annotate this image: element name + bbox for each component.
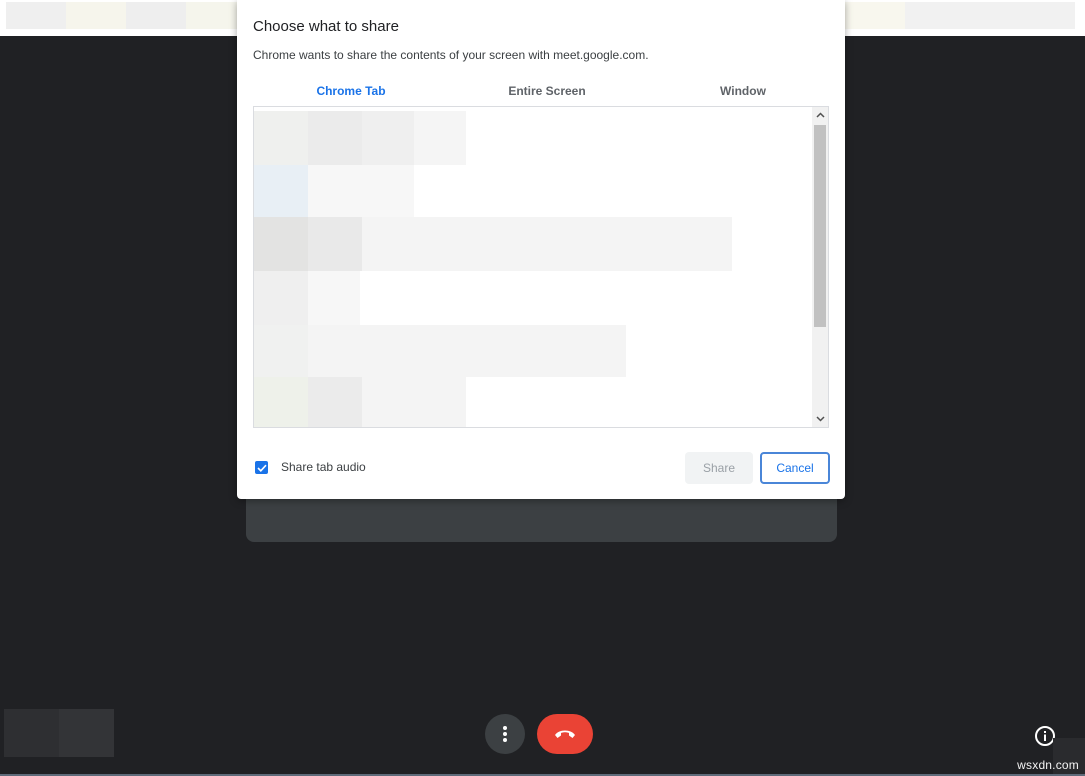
scrollbar-thumb[interactable] <box>814 125 826 327</box>
tab-list[interactable] <box>253 106 829 428</box>
blurred-list-pixel <box>362 111 414 165</box>
share-dialog: Choose what to share Chrome wants to sha… <box>237 0 845 499</box>
tab-window[interactable]: Window <box>645 76 841 106</box>
blurred-tab-block <box>186 2 238 29</box>
blurred-list-pixel <box>308 217 362 271</box>
dialog-subtitle: Chrome wants to share the contents of yo… <box>253 48 649 62</box>
tab-entire-screen[interactable]: Entire Screen <box>449 76 645 106</box>
blurred-tab-block <box>905 2 1075 29</box>
tab-chrome-tab[interactable]: Chrome Tab <box>253 76 449 108</box>
blurred-list-pixel <box>308 111 362 165</box>
blurred-tab-block <box>845 2 905 29</box>
more-vert-icon <box>503 726 507 742</box>
blurred-list-pixel <box>308 325 626 377</box>
blurred-list-pixel <box>308 377 362 427</box>
cancel-button[interactable]: Cancel <box>760 452 830 484</box>
share-audio-checkbox[interactable] <box>255 461 268 474</box>
share-audio-label: Share tab audio <box>281 460 366 474</box>
blurred-list-pixel <box>254 271 308 325</box>
blurred-thumb-block <box>4 709 59 757</box>
blurred-tab-block <box>6 2 66 29</box>
watermark: wsxdn.com <box>1017 758 1079 772</box>
blurred-list-pixel <box>362 217 732 271</box>
share-tabs: Chrome Tab Entire Screen Window <box>253 76 829 108</box>
blurred-list-pixel <box>254 217 308 271</box>
blurred-tab-block <box>66 2 126 29</box>
dialog-title: Choose what to share <box>253 18 399 35</box>
list-scrollbar[interactable] <box>812 107 828 427</box>
self-view-thumbnail <box>4 709 114 757</box>
blurred-list-pixel <box>254 165 308 217</box>
blurred-list-pixel <box>308 165 414 217</box>
blurred-list-pixel <box>254 111 308 165</box>
share-button[interactable]: Share <box>685 452 753 484</box>
hang-up-button[interactable] <box>537 714 593 754</box>
blurred-list-pixel <box>362 377 466 427</box>
call-end-icon <box>555 730 575 738</box>
blurred-list-pixel <box>414 111 466 165</box>
blurred-list-pixel <box>308 271 360 325</box>
scroll-down-arrow-icon[interactable] <box>812 411 828 427</box>
blurred-list-pixel <box>254 377 308 427</box>
blurred-thumb-block <box>59 709 114 757</box>
more-options-button[interactable] <box>485 714 525 754</box>
scroll-up-arrow-icon[interactable] <box>812 107 828 123</box>
blurred-tab-block <box>126 2 186 29</box>
blurred-list-pixel <box>254 325 308 377</box>
checkmark-icon <box>256 464 267 472</box>
